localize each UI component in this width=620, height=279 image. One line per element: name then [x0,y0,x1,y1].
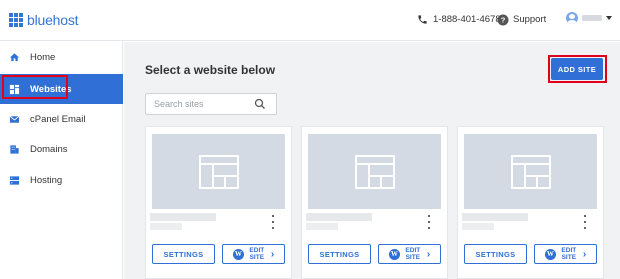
support-label: Support [513,14,547,25]
search-icon[interactable] [254,98,266,110]
home-icon [9,52,20,63]
site-name-redacted [150,213,216,221]
settings-button[interactable]: SETTINGS [308,244,371,264]
wordpress-icon: W [388,248,400,260]
caret-down-icon [606,16,612,20]
site-name-redacted [462,213,528,221]
main-content: Select a website below ADD SITE Search s… [124,42,620,279]
phone-number: 1-888-401-4678 [433,14,501,25]
sidebar-item-label: Domains [30,143,68,155]
site-url-redacted [306,223,338,230]
layout-placeholder-icon [354,154,395,189]
logo-text: bluehost [27,12,79,28]
site-thumbnail[interactable] [308,134,441,209]
more-options-icon[interactable] [582,215,588,229]
more-options-icon[interactable] [270,215,276,229]
sidebar-item-cpanel-email[interactable]: cPanel Email [0,105,123,133]
edit-site-label: EDIT SITE [249,247,265,261]
layout-placeholder-icon [510,154,551,189]
sidebar-item-home[interactable]: Home [0,43,123,71]
edit-site-label: EDIT SITE [405,247,421,261]
site-thumbnail[interactable] [152,134,285,209]
page-title: Select a website below [145,63,276,77]
add-site-highlight-box [548,55,607,83]
logo-grid-icon [9,13,23,27]
layout-placeholder-icon [198,154,239,189]
chevron-right-icon: › [270,248,275,260]
wordpress-icon: W [232,248,244,260]
sidebar-item-label: Home [30,51,56,63]
account-name-redacted [582,15,602,21]
site-name-redacted [306,213,372,221]
top-bar: bluehost 1-888-401-4678 ? Support [0,0,620,41]
search-input[interactable]: Search sites [145,93,277,115]
bluehost-logo[interactable]: bluehost [9,11,79,29]
chevron-right-icon: › [426,248,431,260]
site-card: SETTINGS W EDIT SITE › [457,126,604,279]
site-card: SETTINGS W EDIT SITE › [145,126,292,279]
wordpress-icon: W [544,248,556,260]
site-url-redacted [462,223,494,230]
sidebar-item-label: Hosting [30,174,63,186]
search-placeholder: Search sites [154,99,204,109]
sidebar-item-domains[interactable]: Domains [0,135,123,163]
edit-site-button[interactable]: W EDIT SITE › [534,244,597,264]
server-icon [9,175,20,186]
site-card: SETTINGS W EDIT SITE › [301,126,448,279]
avatar [566,12,578,24]
sidebar-item-hosting[interactable]: Hosting [0,166,123,194]
phone-link[interactable]: 1-888-401-4678 [416,13,501,26]
sidebar-item-label: cPanel Email [30,113,86,125]
websites-highlight-box [2,75,68,99]
edit-site-button[interactable]: W EDIT SITE › [378,244,441,264]
settings-button[interactable]: SETTINGS [464,244,527,264]
chevron-right-icon: › [582,248,587,260]
edit-site-button[interactable]: W EDIT SITE › [222,244,285,264]
more-options-icon[interactable] [426,215,432,229]
phone-icon [416,13,429,26]
envelope-icon [9,114,20,125]
support-link[interactable]: ? Support [496,13,546,26]
site-url-redacted [150,223,182,230]
svg-text:?: ? [500,15,505,24]
account-menu[interactable] [566,12,612,24]
settings-button[interactable]: SETTINGS [152,244,215,264]
help-icon: ? [496,13,509,26]
site-thumbnail[interactable] [464,134,597,209]
building-icon [9,144,20,155]
edit-site-label: EDIT SITE [561,247,577,261]
